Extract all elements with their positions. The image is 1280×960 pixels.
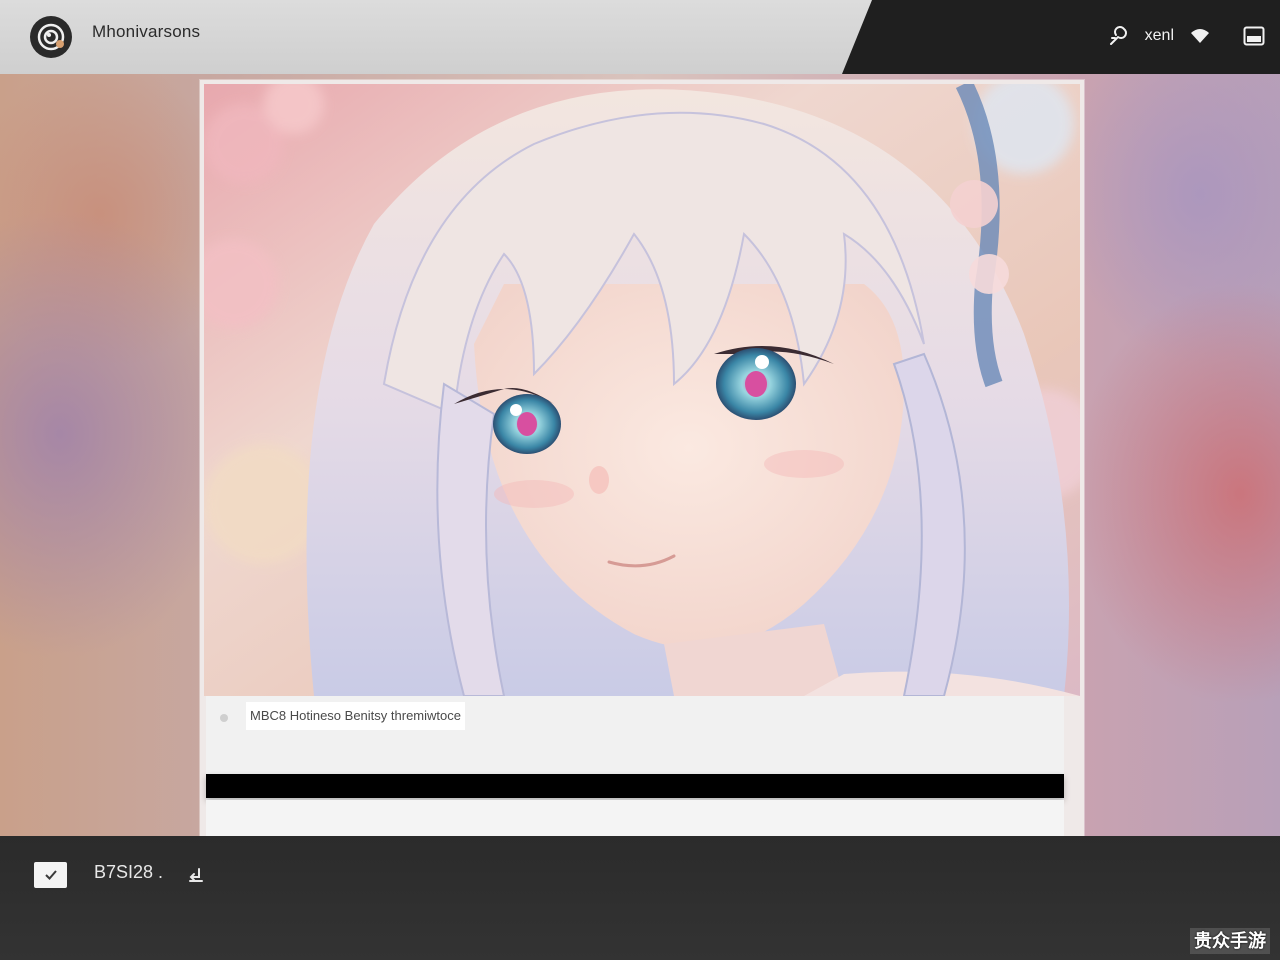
caption-panel: MBC8 Hotineso Benitsy thremiwtoce [206, 696, 1064, 836]
selection-count: B7SI28 . [94, 862, 164, 882]
progress-bar[interactable] [206, 774, 1064, 798]
camera-logo-icon[interactable] [30, 16, 72, 58]
top-bar: Mhonivarsons xenl [0, 0, 1280, 74]
window-icon[interactable] [1240, 22, 1268, 50]
image-caption: MBC8 Hotineso Benitsy thremiwtoce [246, 702, 465, 730]
top-actions: xenl [1105, 22, 1268, 50]
link-icon[interactable] [1105, 22, 1133, 50]
check-icon[interactable] [34, 862, 67, 888]
wifi-icon[interactable] [1186, 22, 1214, 50]
caption-lower-area [206, 800, 1064, 836]
status-label: xenl [1144, 27, 1174, 44]
caption-dot [220, 714, 228, 722]
watermark-logo: 贵众手游 [1190, 928, 1270, 954]
image-viewer: MBC8 Hotineso Benitsy thremiwtoce [200, 80, 1084, 836]
bottom-bar: B7SI28 . 贵众手游 [0, 836, 1280, 960]
undo-icon[interactable] [184, 863, 208, 887]
app-title: Mhonivarsons [92, 22, 201, 41]
anime-portrait-image[interactable] [204, 84, 1080, 696]
